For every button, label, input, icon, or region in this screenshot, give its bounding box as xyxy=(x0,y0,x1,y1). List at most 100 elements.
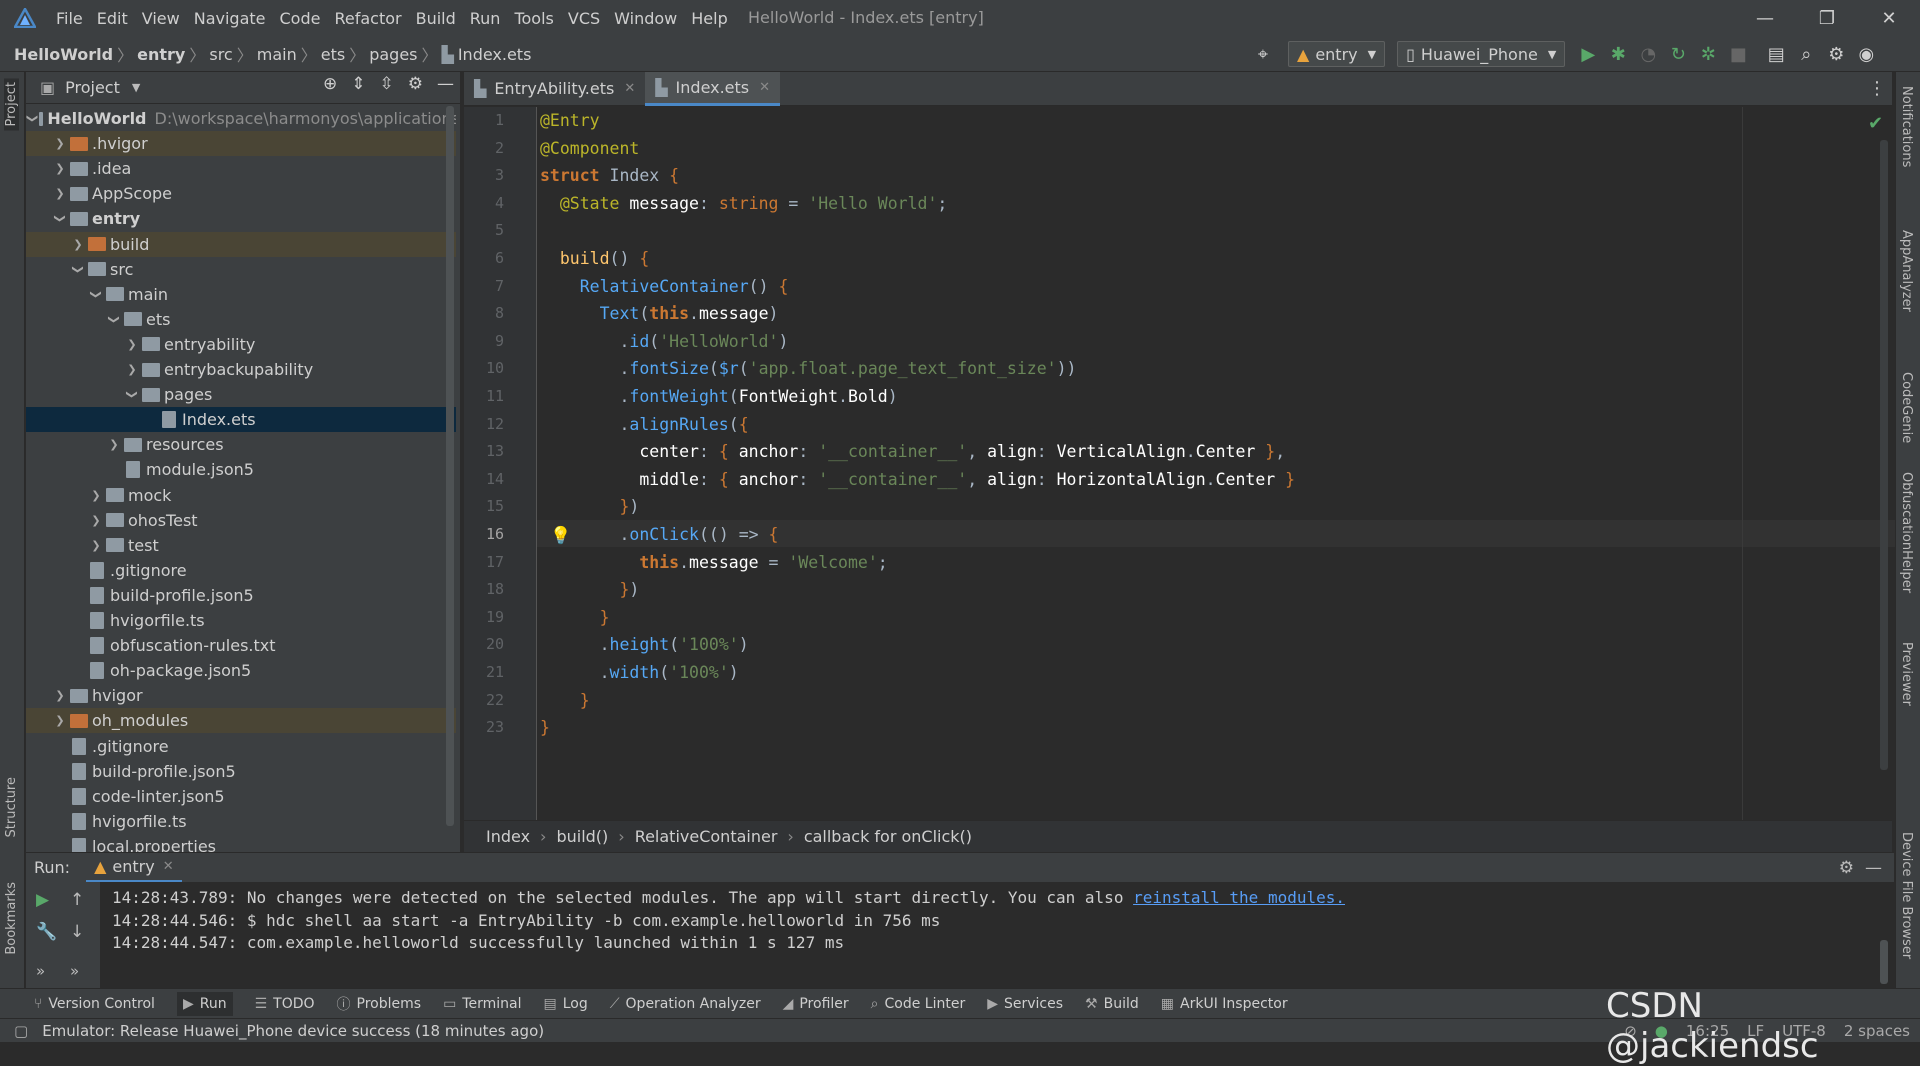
arrow-up-icon[interactable]: ↑ xyxy=(70,890,84,910)
chevron-right-icon[interactable]: ❯ xyxy=(106,438,122,451)
project-tool-tab[interactable]: Project xyxy=(4,78,19,131)
tree-item[interactable]: module.json5 xyxy=(26,457,456,482)
debug-icon[interactable]: ✱ xyxy=(1603,39,1633,69)
tree-item[interactable]: hvigorfile.ts xyxy=(26,608,456,633)
close-icon[interactable]: ✕ xyxy=(163,859,174,874)
tree-item[interactable]: ❯ build xyxy=(26,231,456,257)
rerun-icon[interactable]: ▶ xyxy=(36,890,49,910)
menu-code[interactable]: Code xyxy=(280,9,321,28)
chevron-right-icon[interactable]: ❯ xyxy=(88,539,104,552)
run-config-tab[interactable]: ▲ entry ✕ xyxy=(86,853,182,883)
breadcrumb-item[interactable]: ets xyxy=(321,45,345,64)
menu-vcs[interactable]: VCS xyxy=(568,9,600,28)
editor-breadcrumb-item[interactable]: Index xyxy=(486,827,530,846)
gear-icon[interactable]: ⚙ xyxy=(408,74,423,94)
breadcrumb-item[interactable]: entry xyxy=(137,45,185,64)
tab-entryability-ets[interactable]: ▙ EntryAbility.ets ✕ xyxy=(464,72,645,106)
chevron-down-icon[interactable]: ❯ xyxy=(72,261,85,277)
tree-item[interactable]: build-profile.json5 xyxy=(26,583,456,608)
apply-changes-icon[interactable]: ↻ xyxy=(1663,39,1693,69)
chevron-right-icon[interactable]: ❯ xyxy=(70,238,86,251)
tree-item[interactable]: ❯ src xyxy=(26,257,456,282)
locate-icon[interactable]: ⊕ xyxy=(323,74,337,94)
tree-scrollbar[interactable] xyxy=(446,106,454,826)
tree-item[interactable]: ❯ entryability xyxy=(26,332,456,357)
tool-window-operation-analyzer[interactable]: ⟋ Operation Analyzer xyxy=(610,996,761,1012)
tab-index-ets[interactable]: ▙ Index.ets ✕ xyxy=(645,71,781,106)
device-combo[interactable]: ▯ Huawei_Phone ▼ xyxy=(1397,41,1566,67)
chevron-right-icon[interactable]: ❯ xyxy=(52,162,68,175)
target-icon[interactable]: ⌖ xyxy=(1248,39,1278,69)
structure-tool-tab[interactable]: Structure xyxy=(4,777,19,837)
run-output[interactable]: 14:28:43.789: No changes were detected o… xyxy=(26,882,1894,988)
tree-item[interactable]: ❯ .hvigor xyxy=(26,131,456,157)
gear-icon[interactable]: ⚙ xyxy=(1821,39,1851,69)
obfuscationhelper-tool-tab[interactable]: ObfuscationHelper xyxy=(1899,472,1914,593)
chevron-right-icon[interactable]: ❯ xyxy=(124,363,140,376)
hide-icon[interactable]: — xyxy=(437,74,454,94)
menu-file[interactable]: File xyxy=(56,9,83,28)
profile-icon[interactable]: ✲ xyxy=(1693,39,1723,69)
menu-help[interactable]: Help xyxy=(691,9,727,28)
stop-icon[interactable]: ■ xyxy=(1723,39,1753,69)
tree-item[interactable]: .gitignore xyxy=(26,734,456,759)
status-message[interactable]: Emulator: Release Huawei_Phone device su… xyxy=(42,1022,544,1040)
device-file-browser-tool-tab[interactable]: Device File Browser xyxy=(1899,832,1914,959)
breadcrumb-item[interactable]: Index.ets xyxy=(458,45,532,64)
chevron-right-icon[interactable]: ❯ xyxy=(52,714,68,727)
breadcrumb-item[interactable]: HelloWorld xyxy=(14,45,113,64)
appanalyzer-tool-tab[interactable]: AppAnalyzer xyxy=(1899,230,1914,312)
tree-item[interactable]: ❯ main xyxy=(26,282,456,307)
tool-window-todo[interactable]: ☰ TODO xyxy=(255,996,315,1012)
expand-all-icon[interactable]: ⇕ xyxy=(351,74,365,94)
tool-window-arkui-inspector[interactable]: ▦ ArkUI Inspector xyxy=(1161,996,1288,1012)
run-icon[interactable]: ▶ xyxy=(1573,39,1603,69)
arrow-down-icon[interactable]: ↓ xyxy=(70,922,84,942)
tree-item[interactable]: ❯ ets xyxy=(26,307,456,332)
chevron-down-icon[interactable]: ❯ xyxy=(26,114,39,123)
reinstall-modules-link[interactable]: reinstall the modules. xyxy=(1133,888,1345,907)
tool-window-problems[interactable]: ⓘ Problems xyxy=(337,994,422,1014)
more-actions-icon[interactable]: » xyxy=(36,962,45,980)
close-window-button[interactable]: ✕ xyxy=(1858,8,1920,29)
tree-item[interactable]: .gitignore xyxy=(26,558,456,583)
chevron-right-icon[interactable]: ❯ xyxy=(124,338,140,351)
code-editor[interactable]: @Entry @Component struct Index { @State me… xyxy=(540,107,1740,820)
menu-window[interactable]: Window xyxy=(614,9,677,28)
restore-button[interactable]: ❐ xyxy=(1796,8,1858,29)
tool-window-terminal[interactable]: ▭ Terminal xyxy=(443,996,521,1012)
device-manager-icon[interactable]: ▤ xyxy=(1761,39,1791,69)
hide-icon[interactable]: — xyxy=(1865,858,1882,878)
tree-item[interactable]: hvigorfile.ts xyxy=(26,809,456,834)
tool-window-services[interactable]: ▶ Services xyxy=(987,996,1063,1012)
chevron-right-icon[interactable]: ❯ xyxy=(52,137,68,150)
tree-item[interactable]: ❯ .idea xyxy=(26,156,456,181)
tree-item[interactable]: ❯ AppScope xyxy=(26,181,456,206)
chevron-right-icon[interactable]: ❯ xyxy=(88,489,104,502)
lightbulb-icon[interactable]: 💡 xyxy=(550,526,571,546)
tool-window-build[interactable]: ⚒ Build xyxy=(1085,996,1139,1012)
chevron-down-icon[interactable]: ❯ xyxy=(108,311,121,327)
tree-item[interactable]: ❯ mock xyxy=(26,483,456,508)
close-icon[interactable]: ✕ xyxy=(759,80,770,95)
menu-navigate[interactable]: Navigate xyxy=(194,9,266,28)
bookmarks-tool-tab[interactable]: Bookmarks xyxy=(4,882,19,955)
gear-icon[interactable]: ⚙ xyxy=(1839,858,1854,878)
tree-item[interactable]: ❯ hvigor xyxy=(26,683,456,708)
tool-window-profiler[interactable]: ◢ Profiler xyxy=(783,996,849,1012)
menu-tools[interactable]: Tools xyxy=(514,9,553,28)
module-combo[interactable]: ▲ entry ▼ xyxy=(1288,41,1386,67)
tree-item[interactable]: Index.ets xyxy=(26,407,456,433)
tree-item[interactable]: ❯ entrybackupability xyxy=(26,357,456,382)
chevron-right-icon[interactable]: ❯ xyxy=(52,689,68,702)
tree-item[interactable]: ❯ test xyxy=(26,533,456,558)
close-icon[interactable]: ✕ xyxy=(624,81,635,96)
chevron-down-icon[interactable]: ▼ xyxy=(132,81,140,94)
tool-window-run[interactable]: ▶ Run xyxy=(176,991,233,1016)
tree-item[interactable]: obfuscation-rules.txt xyxy=(26,633,456,658)
previewer-tool-tab[interactable]: Previewer xyxy=(1899,642,1914,706)
tree-item[interactable]: ❯ HelloWorld D:\workspace\harmonyos\applic… xyxy=(26,106,456,131)
menu-build[interactable]: Build xyxy=(416,9,456,28)
breadcrumb-item[interactable]: src xyxy=(209,45,232,64)
notifications-tool-tab[interactable]: Notifications xyxy=(1899,86,1914,167)
